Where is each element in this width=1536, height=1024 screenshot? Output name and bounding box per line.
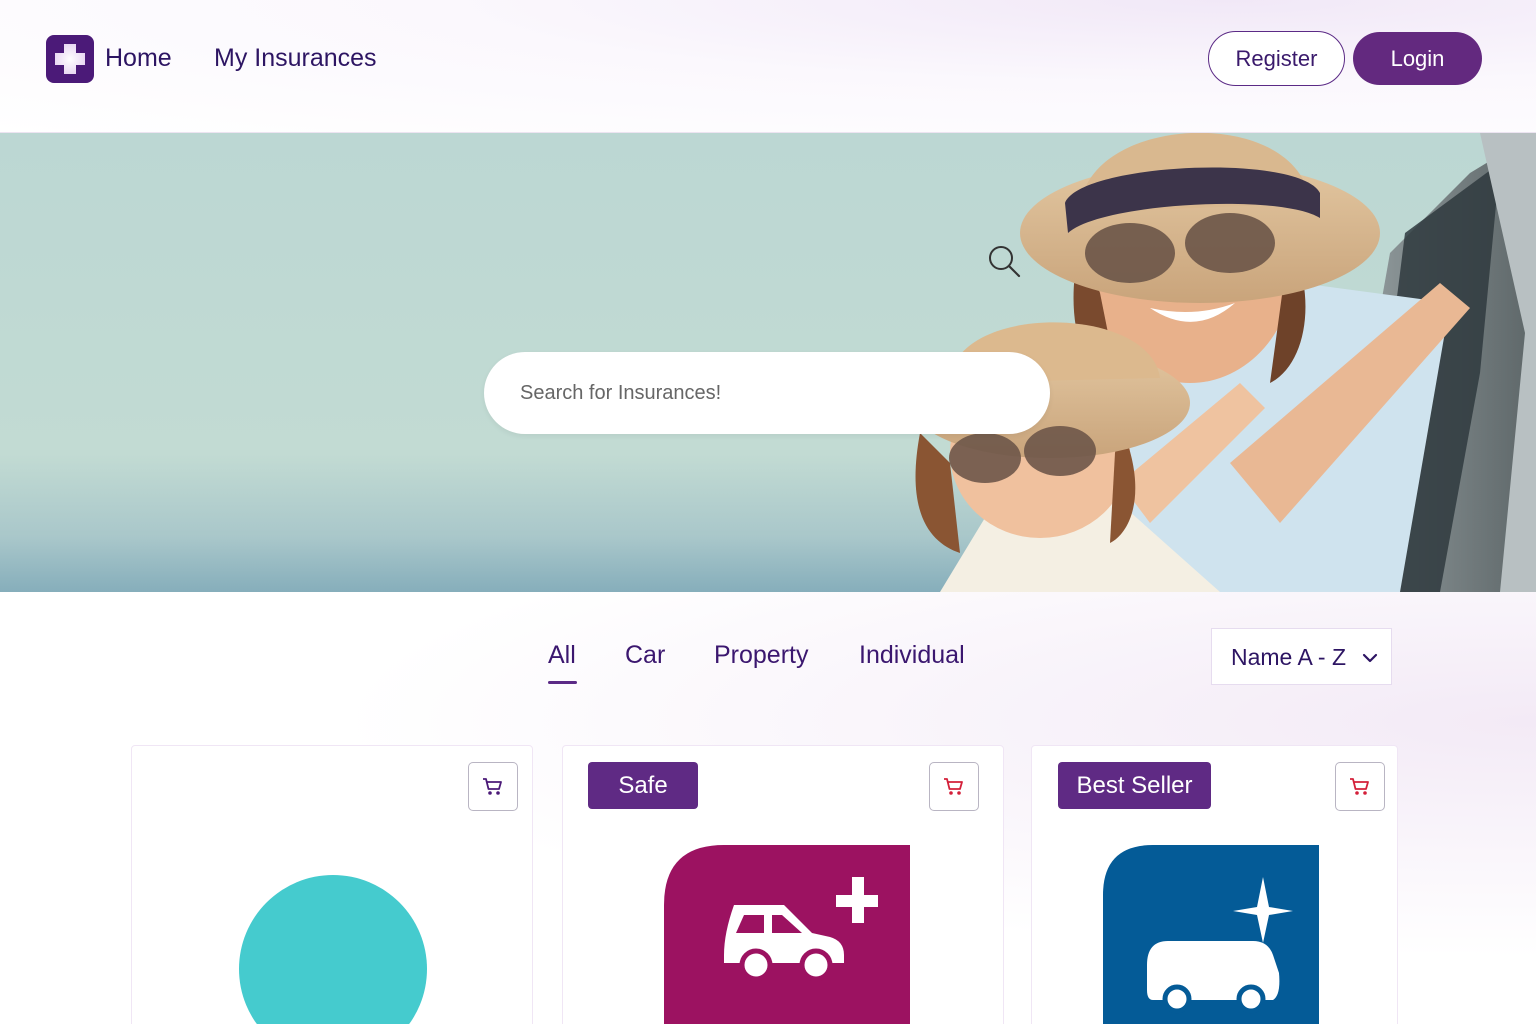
add-to-cart-button[interactable] [929, 762, 979, 811]
register-button[interactable]: Register [1208, 31, 1345, 86]
nav-my-insurances[interactable]: My Insurances [214, 44, 377, 73]
chevron-down-icon [1362, 653, 1378, 663]
nav-home[interactable]: Home [105, 44, 172, 73]
search-input[interactable] [520, 372, 960, 414]
search-bar [484, 352, 1050, 434]
sort-selected-value: Name A - Z [1231, 644, 1347, 670]
logo[interactable] [46, 35, 94, 83]
cart-icon [483, 777, 502, 795]
sort-dropdown[interactable]: Name A - Z [1211, 628, 1392, 685]
medical-cross-icon [55, 44, 85, 74]
cart-icon [944, 777, 963, 795]
active-tab-indicator [548, 681, 577, 684]
search-icon[interactable] [986, 243, 1022, 279]
suv-sparkle-icon [1103, 845, 1319, 1024]
tab-property[interactable]: Property [714, 641, 808, 670]
teal-circle-icon [239, 875, 427, 1024]
add-to-cart-button[interactable] [1335, 762, 1385, 811]
login-button[interactable]: Login [1353, 32, 1482, 85]
product-badge: Best Seller [1058, 762, 1211, 809]
product-card[interactable] [131, 745, 533, 1024]
cart-icon [1350, 777, 1369, 795]
tab-individual[interactable]: Individual [859, 641, 965, 670]
car-plus-icon [664, 845, 910, 1024]
top-header: Home My Insurances Register Login [0, 0, 1536, 133]
tab-all[interactable]: All [548, 641, 576, 670]
tab-car[interactable]: Car [625, 641, 665, 670]
product-card[interactable]: Safe [562, 745, 1004, 1024]
product-card[interactable]: Best Seller [1031, 745, 1398, 1024]
product-badge: Safe [588, 762, 698, 809]
add-to-cart-button[interactable] [468, 762, 518, 811]
hero-banner [0, 133, 1536, 592]
